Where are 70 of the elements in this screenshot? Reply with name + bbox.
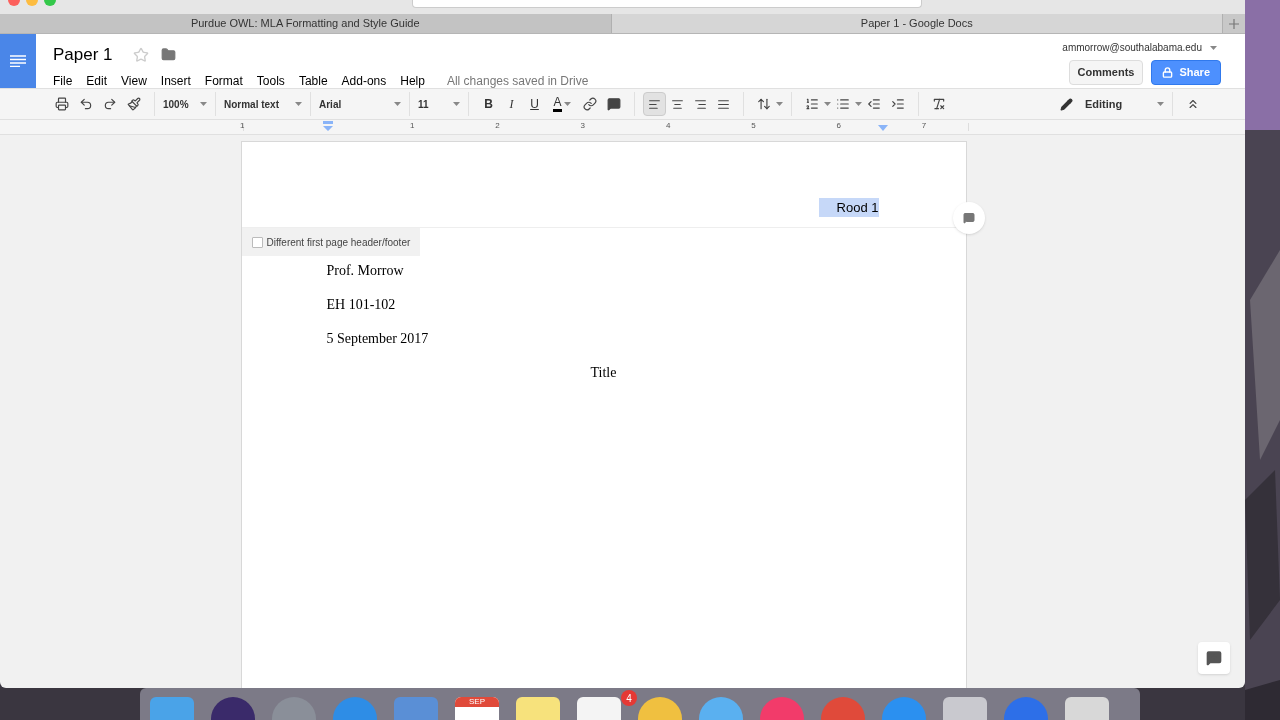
- menu-item[interactable]: Help: [400, 71, 425, 90]
- different-first-page-checkbox[interactable]: Different first page header/footer: [241, 228, 421, 256]
- document-title[interactable]: Paper 1: [53, 42, 113, 68]
- caret-icon: [453, 102, 460, 106]
- plus-icon: [1229, 18, 1239, 29]
- font-select[interactable]: Arial: [319, 96, 401, 112]
- body-line[interactable]: Prof. Morrow: [326, 262, 881, 280]
- zoom-select[interactable]: 100%: [163, 96, 207, 112]
- bold-button[interactable]: B: [477, 92, 500, 116]
- caret-icon: [200, 102, 207, 106]
- menu-item[interactable]: Add-ons: [341, 71, 387, 90]
- menu-item[interactable]: Edit: [86, 71, 108, 90]
- add-comment-button[interactable]: [953, 202, 985, 234]
- explore-button[interactable]: [1198, 642, 1230, 674]
- notification-badge: 4: [621, 690, 637, 706]
- ruler-number: 2: [495, 120, 500, 132]
- header-text[interactable]: Rood 1: [818, 197, 879, 217]
- align-icon: [648, 97, 661, 111]
- menu-item[interactable]: Format: [204, 71, 243, 90]
- caret-icon: [295, 102, 302, 106]
- body-line[interactable]: EH 101-102: [326, 296, 881, 314]
- menu-item[interactable]: Tools: [256, 71, 285, 90]
- left-indent-marker[interactable]: [323, 121, 333, 131]
- browser-tab[interactable]: Purdue OWL: MLA Formatting and Style Guide: [0, 14, 612, 33]
- caret-icon: [1157, 102, 1164, 106]
- menu-item[interactable]: Insert: [160, 71, 191, 90]
- italic-button[interactable]: I: [500, 92, 523, 116]
- browser-tab[interactable]: Paper 1 - Google Docs: [611, 14, 1223, 33]
- app-icon[interactable]: SEP: [455, 697, 499, 720]
- star-icon[interactable]: [132, 46, 149, 63]
- folder-icon[interactable]: [160, 47, 176, 63]
- align-button[interactable]: [643, 92, 666, 116]
- ruler-number: 3: [580, 120, 586, 132]
- account-email[interactable]: ammorrow@southalabama.edu: [1062, 40, 1202, 55]
- pencil-icon: [1060, 97, 1073, 111]
- ruler-number: 7: [921, 120, 927, 132]
- caret-icon: [776, 102, 783, 106]
- save-status: All changes saved in Drive: [446, 72, 589, 90]
- document-icon: [10, 55, 26, 67]
- docs-logo[interactable]: [0, 34, 36, 88]
- ruler-number: 6: [836, 120, 841, 132]
- caret-icon: [855, 102, 862, 106]
- ruler-number: 1: [410, 120, 415, 132]
- lock-icon: [1162, 67, 1174, 78]
- style-select[interactable]: Normal text: [224, 96, 302, 112]
- right-indent-marker[interactable]: [878, 125, 888, 131]
- menu-item[interactable]: View: [121, 71, 147, 90]
- color-button[interactable]: A: [546, 92, 578, 116]
- caret-icon: [563, 102, 571, 106]
- mode-select[interactable]: Editing: [1060, 95, 1164, 113]
- font-size-select[interactable]: 11: [418, 96, 460, 112]
- comment-icon: [963, 212, 975, 224]
- calendar-month: SEP: [455, 697, 499, 707]
- body-line[interactable]: Title: [326, 364, 881, 382]
- ruler-number: 4: [665, 120, 671, 132]
- caret-icon: [394, 102, 401, 106]
- address-bar[interactable]: [412, 0, 922, 8]
- align-icon: [671, 97, 684, 111]
- ruler-number: 1: [240, 120, 245, 132]
- body-line[interactable]: 5 September 2017: [326, 330, 881, 348]
- explore-icon: [1206, 650, 1222, 666]
- menu-item[interactable]: File: [53, 71, 73, 90]
- align-icon: [717, 97, 730, 111]
- comments-button[interactable]: Comments: [1068, 60, 1144, 85]
- underline-button[interactable]: U: [523, 92, 546, 116]
- caret-icon: [1210, 45, 1217, 50]
- align-icon: [694, 97, 707, 111]
- menu-item[interactable]: Table: [298, 71, 328, 90]
- ruler-number: 5: [751, 120, 756, 132]
- caret-icon: [824, 102, 831, 106]
